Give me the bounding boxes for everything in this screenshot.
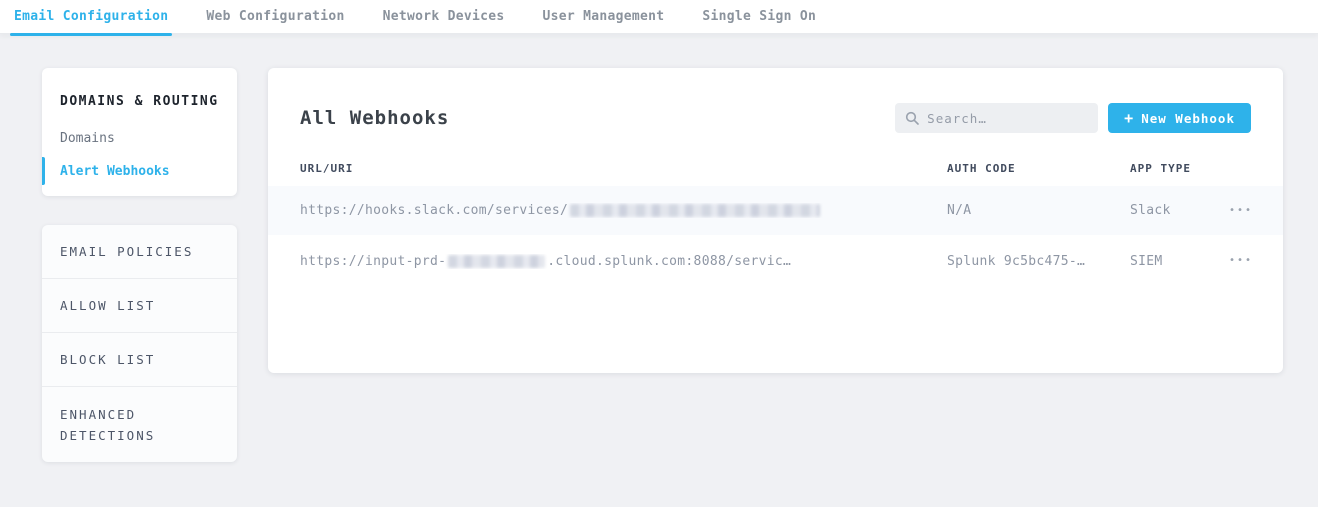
webhook-auth-code-cell: Splunk 9c5bc475-…	[947, 254, 1130, 269]
sidebar-item-email-policies[interactable]: EMAIL POLICIES	[42, 225, 237, 279]
row-actions-ellipsis-icon[interactable]: •••	[1229, 256, 1253, 266]
webhooks-table: URL/URI AUTH CODE APP TYPE https://hooks…	[268, 150, 1283, 287]
tab-email-configuration[interactable]: Email Configuration	[10, 0, 172, 33]
sidebar-item-alert-webhooks-label: Alert Webhooks	[60, 164, 170, 179]
sidebar-item-enhanced-detections[interactable]: ENHANCED DETECTIONS	[42, 387, 237, 462]
tab-web-configuration[interactable]: Web Configuration	[202, 0, 348, 33]
webhook-url-prefix: https://hooks.slack.com/services/	[300, 203, 568, 218]
tab-network-devices[interactable]: Network Devices	[379, 0, 509, 33]
new-webhook-button[interactable]: + New Webhook	[1108, 103, 1251, 133]
page-title: All Webhooks	[300, 107, 449, 129]
redacted-url-segment	[448, 255, 545, 268]
webhook-url-suffix: .cloud.splunk.com:8088/servic…	[547, 254, 791, 269]
webhook-app-type-cell: SIEM	[1130, 254, 1207, 269]
sidebar-heading-domains-routing: DOMAINS & ROUTING	[60, 94, 219, 109]
row-actions-ellipsis-icon[interactable]: •••	[1229, 206, 1253, 216]
active-item-accent-bar	[42, 157, 45, 185]
webhook-url-prefix: https://input-prd-	[300, 254, 446, 269]
column-header-auth-code: AUTH CODE	[947, 162, 1130, 175]
webhook-app-type-cell: Slack	[1130, 203, 1207, 218]
webhook-url-cell: https://hooks.slack.com/services/	[300, 203, 947, 218]
tab-user-management[interactable]: User Management	[538, 0, 668, 33]
redacted-url-segment	[570, 204, 820, 217]
search-icon	[905, 111, 919, 125]
search-input[interactable]	[927, 111, 1088, 126]
table-header-row: URL/URI AUTH CODE APP TYPE	[268, 150, 1283, 186]
sidebar-item-alert-webhooks[interactable]: Alert Webhooks	[60, 164, 219, 179]
column-header-url-uri: URL/URI	[300, 162, 947, 175]
sidebar-domains-routing-card: DOMAINS & ROUTING Domains Alert Webhooks	[42, 68, 237, 196]
search-box[interactable]	[895, 103, 1098, 133]
tab-single-sign-on[interactable]: Single Sign On	[698, 0, 820, 33]
sidebar-item-allow-list[interactable]: ALLOW LIST	[42, 279, 237, 333]
webhooks-panel-header: All Webhooks + New Webhook	[268, 68, 1283, 134]
new-webhook-button-label: New Webhook	[1141, 111, 1235, 126]
sidebar-item-domains[interactable]: Domains	[60, 131, 219, 146]
table-row[interactable]: https://input-prd- .cloud.splunk.com:8088…	[268, 235, 1283, 287]
webhook-auth-code-cell: N/A	[947, 203, 1130, 218]
webhooks-panel: All Webhooks + New Webhook URL/URI AUTH …	[268, 68, 1283, 373]
top-navigation: Email Configuration Web Configuration Ne…	[0, 0, 1318, 34]
webhook-url-cell: https://input-prd- .cloud.splunk.com:8088…	[300, 254, 947, 269]
table-row[interactable]: https://hooks.slack.com/services/ N/A Sl…	[268, 186, 1283, 235]
column-header-app-type: APP TYPE	[1130, 162, 1207, 175]
sidebar-sections-card: EMAIL POLICIES ALLOW LIST BLOCK LIST ENH…	[42, 225, 237, 462]
plus-icon: +	[1124, 111, 1134, 126]
sidebar-item-block-list[interactable]: BLOCK LIST	[42, 333, 237, 387]
